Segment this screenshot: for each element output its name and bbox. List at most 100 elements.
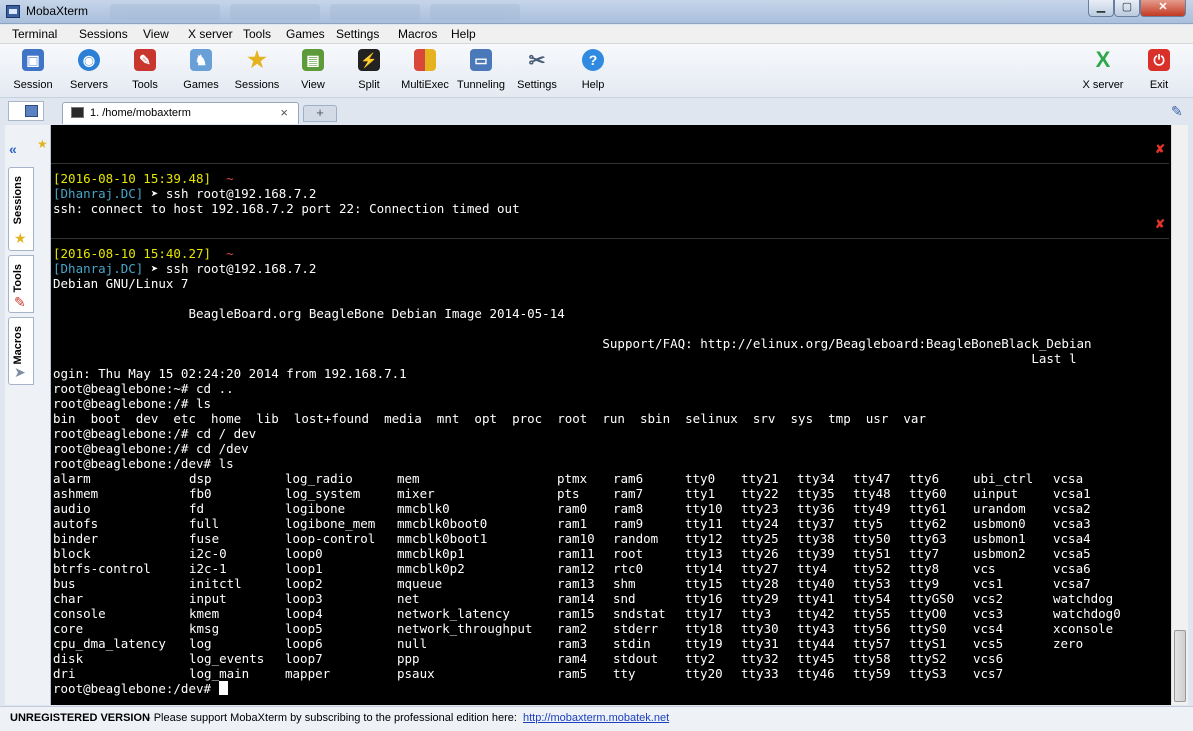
ls-entry: i2c-0 xyxy=(189,546,227,561)
view-button[interactable]: ▤ View xyxy=(285,46,341,96)
exit-button[interactable]: ⏻ Exit xyxy=(1131,46,1187,96)
side-tab-macros[interactable]: Macros ➤ xyxy=(8,317,34,385)
sessions-button[interactable]: ★ Sessions xyxy=(229,46,285,96)
ls-entry: tty17 xyxy=(685,606,723,621)
x-server-icon: X xyxy=(1095,47,1111,72)
split-button[interactable]: ⚡ Split xyxy=(341,46,397,96)
menu-macros[interactable]: Macros xyxy=(398,27,437,41)
ls-entry: tty16 xyxy=(685,591,723,606)
ls-entry: mmcblk0boot1 xyxy=(397,531,488,546)
attach-icon[interactable]: ✎ xyxy=(1171,103,1185,119)
website-link[interactable]: http://mobaxterm.mobatek.net xyxy=(523,712,669,724)
ls-entry: disk xyxy=(53,651,84,666)
menu-x-server[interactable]: X server xyxy=(188,27,233,41)
ls-entry: kmem xyxy=(189,606,220,621)
ls-entry: console xyxy=(53,606,106,621)
ls-entry: tty41 xyxy=(797,591,835,606)
ls-entry: watchdog xyxy=(1053,591,1114,606)
menu-settings[interactable]: Settings xyxy=(336,27,379,41)
output-line: Last l xyxy=(53,351,1077,366)
ls-entry: tty56 xyxy=(853,621,891,636)
ls-entry: vcsa7 xyxy=(1053,576,1091,591)
scrollbar-thumb[interactable] xyxy=(1174,630,1186,702)
servers-button[interactable]: ◉ Servers xyxy=(61,46,117,96)
maximize-button[interactable]: ▢ xyxy=(1114,0,1140,17)
menu-view[interactable]: View xyxy=(143,27,169,41)
tab-terminal-1[interactable]: 1. /home/mobaxterm × xyxy=(62,102,299,124)
ls-entry: bus xyxy=(53,576,76,591)
ls-entry: dri xyxy=(53,666,76,681)
session-icon: ▣ xyxy=(22,49,44,71)
ls-entry: stderr xyxy=(613,621,659,636)
ls-entry: tty21 xyxy=(741,471,779,486)
close-block-icon[interactable]: ✘ xyxy=(1155,217,1165,231)
output-line: root@beaglebone:/# cd /dev xyxy=(53,441,249,456)
ls-entry: tty13 xyxy=(685,546,723,561)
terminal-output[interactable]: ✘ [2016-08-10 15:39.48] ~ [Dhanraj.DC] ➤… xyxy=(51,125,1171,705)
command-line: [Dhanraj.DC] ➤ ssh root@192.168.7.2 xyxy=(53,186,316,201)
close-button[interactable]: ✕ xyxy=(1140,0,1186,17)
side-tab-sessions-label: Sessions xyxy=(12,176,24,225)
ls-entry: stdin xyxy=(613,636,651,651)
new-tab-button[interactable]: + xyxy=(303,105,337,122)
split-icon: ⚡ xyxy=(358,49,380,71)
tab-close-button[interactable]: × xyxy=(280,105,288,120)
ls-entry: vcs7 xyxy=(973,666,1004,681)
ls-entry: random xyxy=(613,531,659,546)
help-icon: ? xyxy=(582,49,604,71)
ls-entry: network_latency xyxy=(397,606,510,621)
unregistered-label: UNREGISTERED VERSION xyxy=(10,712,150,724)
ls-entry: mqueue xyxy=(397,576,443,591)
menu-terminal[interactable]: Terminal xyxy=(12,27,57,41)
menu-help[interactable]: Help xyxy=(451,27,476,41)
ls-entry: ptmx xyxy=(557,471,588,486)
side-tab-sessions[interactable]: Sessions ★ xyxy=(8,167,34,251)
menu-tools[interactable]: Tools xyxy=(243,27,271,41)
output-line: root@beaglebone:/# ls xyxy=(53,396,212,411)
ls-entry: tty40 xyxy=(797,576,835,591)
ls-entry: ram12 xyxy=(557,561,595,576)
x-server-button[interactable]: X X server xyxy=(1075,46,1131,96)
collapse-sidebar-icon[interactable]: « xyxy=(9,141,29,161)
ls-entry: vcsa5 xyxy=(1053,546,1091,561)
ls-entry: vcsa4 xyxy=(1053,531,1091,546)
settings-button[interactable]: ✂ Settings xyxy=(509,46,565,96)
output-line: root@beaglebone:/dev# ls xyxy=(53,456,234,471)
title-bar[interactable]: MobaXterm ▁ ▢ ✕ xyxy=(0,0,1193,24)
output-line: ssh: connect to host 192.168.7.2 port 22… xyxy=(53,201,520,216)
ls-entry: tty3 xyxy=(741,606,772,621)
ls-entry: alarm xyxy=(53,471,91,486)
ls-entry: logibone xyxy=(285,501,346,516)
ls-entry: vcs3 xyxy=(973,606,1004,621)
help-button[interactable]: ? Help xyxy=(565,46,621,96)
ls-entry: usbmon2 xyxy=(973,546,1026,561)
side-tab-tools[interactable]: Tools ✎ xyxy=(8,255,34,313)
menu-games[interactable]: Games xyxy=(286,27,325,41)
close-block-icon[interactable]: ✘ xyxy=(1155,142,1165,156)
ls-entry: shm xyxy=(613,576,636,591)
ls-entry: tty4 xyxy=(797,561,828,576)
session-button[interactable]: ▣ Session xyxy=(5,46,61,96)
ls-entry: loop6 xyxy=(285,636,323,651)
sidebar-toggle-button[interactable] xyxy=(8,101,44,121)
games-button[interactable]: ♞ Games xyxy=(173,46,229,96)
ls-entry: tty49 xyxy=(853,501,891,516)
tools-button[interactable]: ✎ Tools xyxy=(117,46,173,96)
minimize-button[interactable]: ▁ xyxy=(1088,0,1114,17)
ls-entry: tty35 xyxy=(797,486,835,501)
multiexec-button[interactable]: MultiExec xyxy=(397,46,453,96)
command-line[interactable]: root@beaglebone:/dev# xyxy=(53,681,228,696)
terminal-scrollbar[interactable] xyxy=(1171,125,1188,705)
timestamp: [2016-08-10 15:40.27] xyxy=(53,246,212,261)
ls-entry: watchdog0 xyxy=(1053,606,1121,621)
ls-entry: tty0 xyxy=(685,471,716,486)
tools-icon: ✎ xyxy=(134,49,156,71)
menu-sessions[interactable]: Sessions xyxy=(79,27,128,41)
ls-entry: psaux xyxy=(397,666,435,681)
ls-entry: tty42 xyxy=(797,606,835,621)
tunneling-button[interactable]: ▭ Tunneling xyxy=(453,46,509,96)
multiexec-icon xyxy=(414,49,436,71)
servers-icon: ◉ xyxy=(78,49,100,71)
ls-entry: ppp xyxy=(397,651,420,666)
ls-entry: loop7 xyxy=(285,651,323,666)
